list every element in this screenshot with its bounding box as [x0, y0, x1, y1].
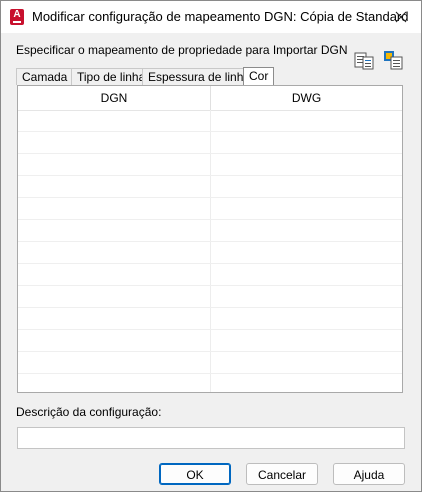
- title-bar[interactable]: A Modificar configuração de mapeamento D…: [1, 1, 421, 33]
- dwg-cell[interactable]: [211, 110, 402, 131]
- window-title: Modificar configuração de mapeamento DGN…: [32, 9, 409, 24]
- table-row[interactable]: [18, 374, 402, 392]
- table-row[interactable]: [18, 220, 402, 242]
- table-row[interactable]: [18, 132, 402, 154]
- export-dwg-properties-icon: [384, 51, 403, 70]
- column-header-dwg[interactable]: DWG: [211, 86, 402, 110]
- help-button[interactable]: Ajuda: [333, 463, 405, 485]
- dialog-window: A Modificar configuração de mapeamento D…: [0, 0, 422, 492]
- dwg-cell[interactable]: [211, 198, 402, 219]
- mapping-grid[interactable]: DGN DWG: [17, 85, 403, 393]
- grid-rows: [18, 110, 402, 392]
- table-row[interactable]: [18, 154, 402, 176]
- table-row[interactable]: [18, 330, 402, 352]
- dwg-cell[interactable]: [211, 308, 402, 329]
- dwg-cell[interactable]: [211, 374, 402, 392]
- table-row[interactable]: [18, 308, 402, 330]
- import-dgn-properties-icon: [354, 52, 374, 70]
- cancel-button[interactable]: Cancelar: [246, 463, 318, 485]
- dwg-cell[interactable]: [211, 176, 402, 197]
- tab-camada[interactable]: Camada: [16, 68, 74, 85]
- dwg-cell[interactable]: [211, 264, 402, 285]
- dgn-cell[interactable]: [18, 132, 211, 153]
- dwg-cell[interactable]: [211, 352, 402, 373]
- dwg-cell[interactable]: [211, 132, 402, 153]
- dgn-cell[interactable]: [18, 110, 211, 131]
- dgn-cell[interactable]: [18, 330, 211, 351]
- dgn-cell[interactable]: [18, 198, 211, 219]
- dgn-cell[interactable]: [18, 308, 211, 329]
- export-dwg-properties-button[interactable]: [383, 50, 403, 70]
- grid-header: DGN DWG: [18, 86, 402, 111]
- ok-button[interactable]: OK: [159, 463, 231, 485]
- dwg-cell[interactable]: [211, 242, 402, 263]
- dwg-cell[interactable]: [211, 220, 402, 241]
- app-icon-letter: A: [13, 9, 21, 20]
- tab-cor[interactable]: Cor: [243, 67, 275, 86]
- dgn-cell[interactable]: [18, 154, 211, 175]
- column-header-dgn[interactable]: DGN: [18, 86, 210, 110]
- import-dgn-properties-button[interactable]: [354, 50, 374, 70]
- tab-espessura-de-linha[interactable]: Espessura de linha: [142, 68, 257, 85]
- table-row[interactable]: [18, 176, 402, 198]
- dwg-cell[interactable]: [211, 154, 402, 175]
- dgn-cell[interactable]: [18, 374, 211, 392]
- dwg-cell[interactable]: [211, 330, 402, 351]
- close-button[interactable]: [381, 1, 421, 33]
- close-icon: [395, 11, 407, 23]
- dgn-cell[interactable]: [18, 242, 211, 263]
- mapping-instruction-label: Especificar o mapeamento de propriedade …: [16, 43, 348, 57]
- table-row[interactable]: [18, 242, 402, 264]
- dgn-cell[interactable]: [18, 176, 211, 197]
- table-row[interactable]: [18, 198, 402, 220]
- description-label: Descrição da configuração:: [16, 405, 162, 419]
- dgn-cell[interactable]: [18, 286, 211, 307]
- dgn-cell[interactable]: [18, 264, 211, 285]
- description-field[interactable]: [17, 427, 405, 449]
- table-row[interactable]: [18, 110, 402, 132]
- dwg-cell[interactable]: [211, 286, 402, 307]
- table-row[interactable]: [18, 352, 402, 374]
- dgn-cell[interactable]: [18, 352, 211, 373]
- dgn-cell[interactable]: [18, 220, 211, 241]
- autocad-app-icon: A: [10, 9, 24, 25]
- table-row[interactable]: [18, 286, 402, 308]
- tab-tipo-de-linha[interactable]: Tipo de linha: [71, 68, 152, 85]
- table-row[interactable]: [18, 264, 402, 286]
